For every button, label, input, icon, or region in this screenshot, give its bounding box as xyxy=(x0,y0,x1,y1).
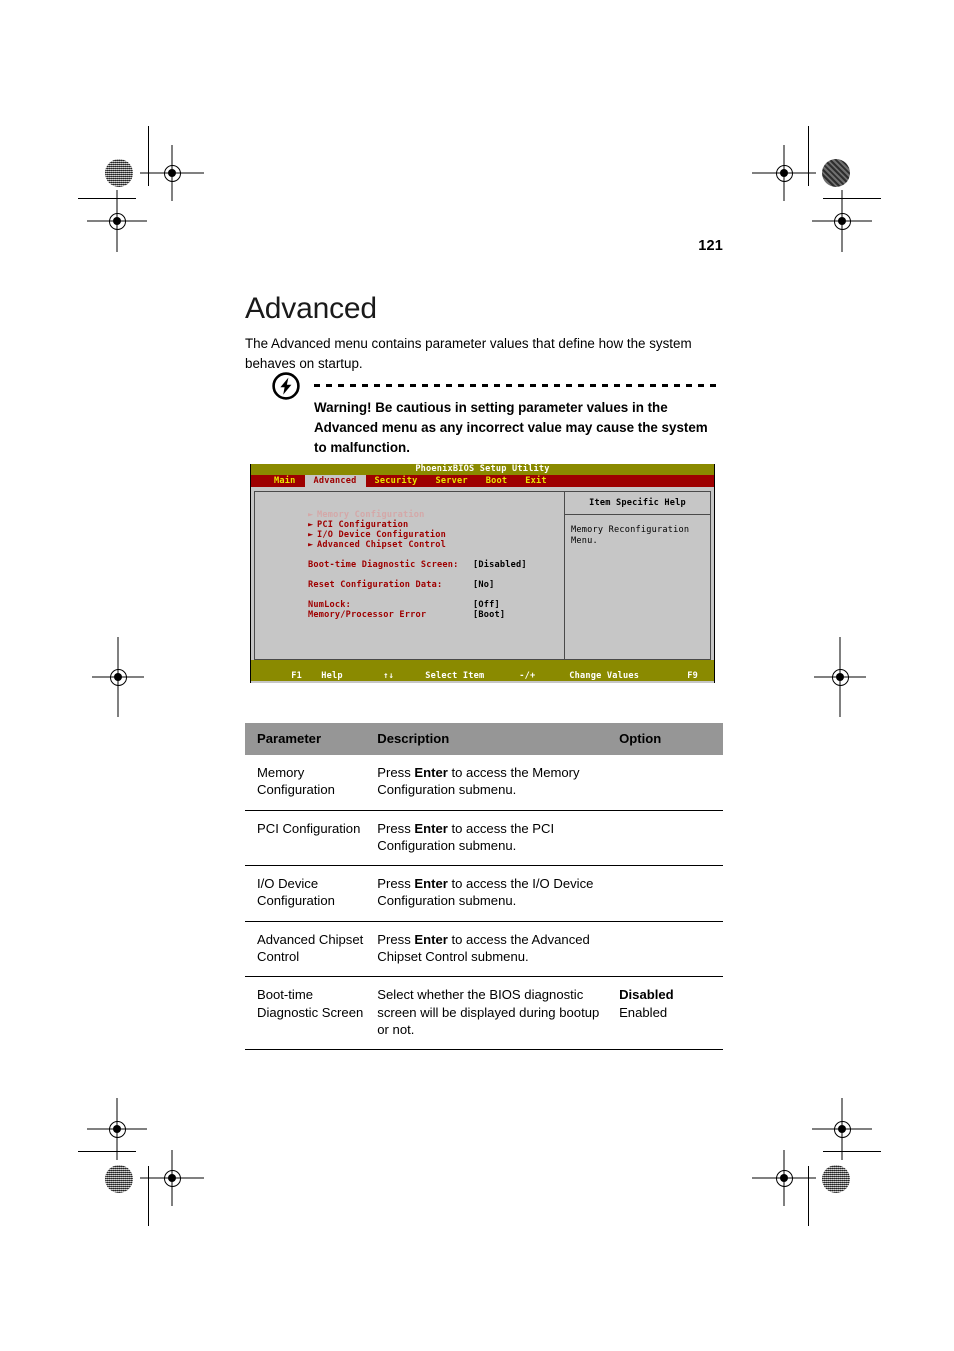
cell-parameter: I/O Device Configuration xyxy=(245,865,378,922)
density-patch-bottom-left xyxy=(105,1165,133,1193)
bios-setting-boot-time-diagnostic-screen[interactable]: Boot-time Diagnostic Screen: [Disabled] xyxy=(265,550,564,570)
bios-help-pane: Item Specific Help Memory Reconfiguratio… xyxy=(564,491,711,660)
registration-mark-top-left-a xyxy=(140,145,204,201)
bios-menu-bar: Main Advanced Security Server Boot Exit xyxy=(251,475,714,487)
cell-option xyxy=(619,755,723,811)
registration-mark-bottom-left-b xyxy=(140,1150,204,1206)
submenu-arrow-icon: ► xyxy=(308,510,314,521)
warning-divider xyxy=(314,384,720,387)
column-header-description: Description xyxy=(377,723,620,755)
bios-tab-security[interactable]: Security xyxy=(366,475,427,487)
bios-body: ► Memory Configuration ► PCI Configuration… xyxy=(251,487,714,660)
page-number: 121 xyxy=(698,238,723,254)
option-default: Disabled xyxy=(619,987,674,1003)
cell-parameter: Memory Configuration xyxy=(245,755,378,811)
submenu-arrow-icon: ► xyxy=(308,520,314,531)
cell-parameter: PCI Configuration xyxy=(245,810,378,867)
bios-tab-boot[interactable]: Boot xyxy=(477,475,517,487)
registration-mark-top-left-b xyxy=(87,190,147,252)
bios-status-bar: F1 Help ↑↓ Select Item -/+ Change Values F9 Set… xyxy=(251,660,797,711)
warning-text: Warning! Be cautious in setting paramete… xyxy=(314,400,708,455)
bios-submenu-memory-configuration[interactable]: ► Memory Configuration xyxy=(265,500,564,520)
table-header: Parameter Description Option xyxy=(245,723,723,755)
cell-description: Press Enter to access the PCI Configurat… xyxy=(377,810,620,867)
option-alternate: Enabled xyxy=(619,1004,668,1020)
cell-description: Press Enter to access the I/O Device Con… xyxy=(377,865,620,922)
registration-mark-middle-left xyxy=(92,637,144,717)
table-row: Boot-time Diagnostic Screen Select wheth… xyxy=(245,976,723,1051)
cell-description: Press Enter to access the Memory Configu… xyxy=(377,755,620,811)
bios-status-row-1: F1 Help ↑↓ Select Item -/+ Change Values F9 Set… xyxy=(291,671,798,681)
bios-tab-server[interactable]: Server xyxy=(427,475,477,487)
table-row: I/O Device Configuration Press Enter to … xyxy=(245,865,723,922)
table-row: PCI Configuration Press Enter to access … xyxy=(245,810,723,867)
bios-screenshot: PhoenixBIOS Setup Utility Main Advanced … xyxy=(250,464,797,711)
bios-status-row-2: Esc Exit ←→ Select Menu Enter Select ► Sub-Me… xyxy=(291,701,793,711)
cell-parameter: Boot-time Diagnostic Screen xyxy=(245,976,378,1051)
page-title: Advanced xyxy=(245,292,377,326)
registration-mark-top-right-b xyxy=(812,190,872,252)
bios-tab-exit[interactable]: Exit xyxy=(516,475,556,487)
warning-bolt-icon xyxy=(272,372,300,400)
keyword-enter: Enter xyxy=(414,765,448,780)
table-row: Advanced Chipset Control Press Enter to … xyxy=(245,921,723,978)
cell-description: Select whether the BIOS diagnostic scree… xyxy=(377,976,620,1051)
bios-title-bar: PhoenixBIOS Setup Utility xyxy=(251,464,714,475)
cell-parameter: Advanced Chipset Control xyxy=(245,921,378,978)
bios-help-body: Memory Reconfiguration Menu. xyxy=(571,525,690,547)
bios-settings-pane: ► Memory Configuration ► PCI Configuration… xyxy=(254,491,564,660)
submenu-arrow-icon: ► xyxy=(308,540,314,551)
bios-help-heading: Item Specific Help xyxy=(565,492,710,516)
submenu-arrow-icon: ► xyxy=(308,530,314,541)
keyword-enter: Enter xyxy=(414,876,448,892)
table-body: Memory Configuration Press Enter to acce… xyxy=(245,755,723,1051)
registration-mark-bottom-right-b xyxy=(752,1150,816,1206)
cell-option xyxy=(619,865,723,922)
keyword-enter: Enter xyxy=(414,820,448,836)
registration-mark-middle-right xyxy=(814,637,866,717)
bios-tab-main[interactable]: Main xyxy=(265,475,305,487)
density-patch-top-left xyxy=(105,159,133,187)
column-header-parameter: Parameter xyxy=(245,723,378,755)
column-header-option: Option xyxy=(619,723,723,755)
table-header-row: Parameter Description Option xyxy=(245,723,723,755)
table-row: Memory Configuration Press Enter to acce… xyxy=(245,755,723,811)
registration-mark-top-right-a xyxy=(752,145,816,201)
parameter-table: Parameter Description Option Memory Conf… xyxy=(245,723,723,1051)
density-patch-top-right xyxy=(822,159,850,187)
keyword-enter: Enter xyxy=(414,931,448,947)
intro-paragraph: The Advanced menu contains parameter val… xyxy=(245,336,692,371)
cell-description: Press Enter to access the Advanced Chips… xyxy=(377,921,620,978)
density-patch-bottom-right xyxy=(822,1165,850,1193)
cell-option xyxy=(619,921,723,978)
bios-setting-reset-configuration-data[interactable]: Reset Configuration Data: [No] xyxy=(265,570,564,590)
bios-setting-numlock[interactable]: NumLock: [Off] xyxy=(265,590,564,610)
cell-option: Disabled Enabled xyxy=(619,976,723,1051)
trim-line-bottom-right-h xyxy=(823,1151,881,1152)
cell-option xyxy=(619,810,723,867)
bios-tab-advanced[interactable]: Advanced xyxy=(304,475,366,487)
trim-line-bottom-left-h xyxy=(78,1151,136,1152)
